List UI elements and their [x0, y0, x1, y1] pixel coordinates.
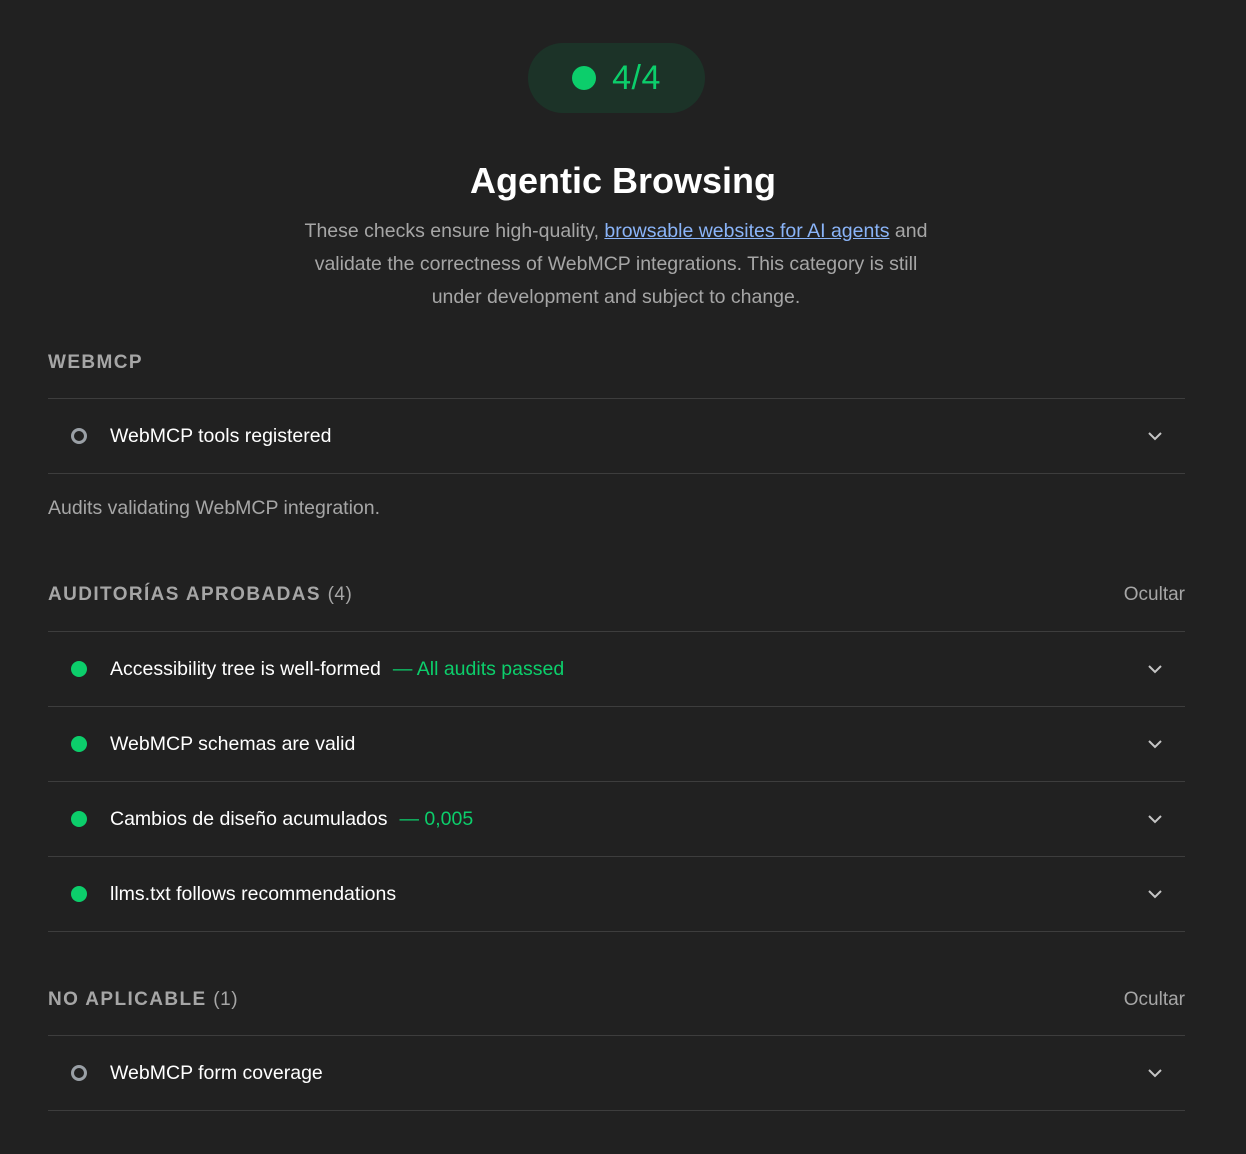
not-applicable-audit-list: WebMCP form coverage — [48, 1035, 1185, 1111]
not-applicable-title-text: NO APLICABLE — [48, 989, 207, 1010]
chevron-down-icon[interactable] — [1147, 736, 1163, 752]
audit-title-text: Cambios de diseño acumulados — [110, 807, 388, 830]
audit-title: Cambios de diseño acumulados — 0,005 — [110, 808, 473, 831]
webmcp-audit-list: WebMCP tools registered — [48, 398, 1185, 474]
webmcp-group-header: WEBMCP — [48, 348, 1185, 378]
audit-row-accessibility-tree[interactable]: Accessibility tree is well-formed — All a… — [48, 632, 1185, 707]
audit-row-cumulative-layout-shift[interactable]: Cambios de diseño acumulados — 0,005 — [48, 782, 1185, 857]
pass-dot-icon — [572, 66, 597, 90]
pass-dot-icon — [71, 811, 87, 827]
audit-row-webmcp-form-coverage[interactable]: WebMCP form coverage — [48, 1036, 1185, 1111]
chevron-down-icon[interactable] — [1147, 1065, 1163, 1081]
chevron-down-icon[interactable] — [1147, 661, 1163, 677]
not-applicable-title: NO APLICABLE (1) — [48, 989, 238, 1011]
agentic-browsing-link[interactable]: browsable websites for AI agents — [604, 220, 889, 242]
audit-title: Accessibility tree is well-formed — All a… — [110, 658, 564, 681]
score-value: 4/4 — [612, 58, 661, 97]
passed-audits-title-text: AUDITORÍAS APROBADAS — [48, 584, 321, 605]
audit-row-llms-txt[interactable]: llms.txt follows recommendations — [48, 857, 1185, 932]
webmcp-group-description: Audits validating WebMCP integration. — [48, 497, 381, 519]
not-applicable-group-header: NO APLICABLE (1) Ocultar — [48, 985, 1185, 1015]
chevron-down-icon[interactable] — [1147, 886, 1163, 902]
pass-dot-icon — [71, 661, 87, 677]
audit-title: WebMCP form coverage — [110, 1061, 323, 1084]
passed-audits-hide-toggle[interactable]: Ocultar — [1124, 584, 1185, 606]
audit-title: WebMCP tools registered — [110, 424, 332, 447]
chevron-down-icon[interactable] — [1147, 811, 1163, 827]
audit-title: WebMCP schemas are valid — [110, 732, 356, 755]
not-applicable-count: (1) — [213, 989, 239, 1010]
category-description: These checks ensure high-quality, browsa… — [290, 215, 942, 314]
passed-audits-count: (4) — [327, 584, 353, 605]
audit-title: llms.txt follows recommendations — [110, 882, 397, 905]
audit-row-webmcp-schemas[interactable]: WebMCP schemas are valid — [48, 707, 1185, 782]
category-title: Agentic Browsing — [469, 160, 777, 201]
not-applicable-hide-toggle[interactable]: Ocultar — [1124, 989, 1185, 1011]
audit-display-value: — All audits passed — [392, 657, 565, 680]
pass-dot-icon — [71, 736, 87, 752]
pass-dot-icon — [71, 886, 87, 902]
category-score-badge: 4/4 — [528, 43, 705, 113]
passed-audits-group-header: AUDITORÍAS APROBADAS (4) Ocultar — [48, 580, 1185, 610]
chevron-down-icon[interactable] — [1147, 428, 1163, 444]
passed-audits-title: AUDITORÍAS APROBADAS (4) — [48, 584, 352, 606]
audit-row-webmcp-tools-registered[interactable]: WebMCP tools registered — [48, 399, 1185, 474]
webmcp-group-title: WEBMCP — [48, 352, 143, 373]
not-applicable-ring-icon — [71, 428, 87, 444]
audit-display-value: — 0,005 — [399, 807, 474, 830]
passed-audit-list: Accessibility tree is well-formed — All a… — [48, 631, 1185, 932]
audit-title-text: Accessibility tree is well-formed — [110, 657, 381, 680]
report-page: 4/4 Agentic Browsing These checks ensure… — [0, 0, 1246, 1154]
category-description-text: These checks ensure high-quality, — [304, 220, 605, 242]
not-applicable-ring-icon — [71, 1065, 87, 1081]
